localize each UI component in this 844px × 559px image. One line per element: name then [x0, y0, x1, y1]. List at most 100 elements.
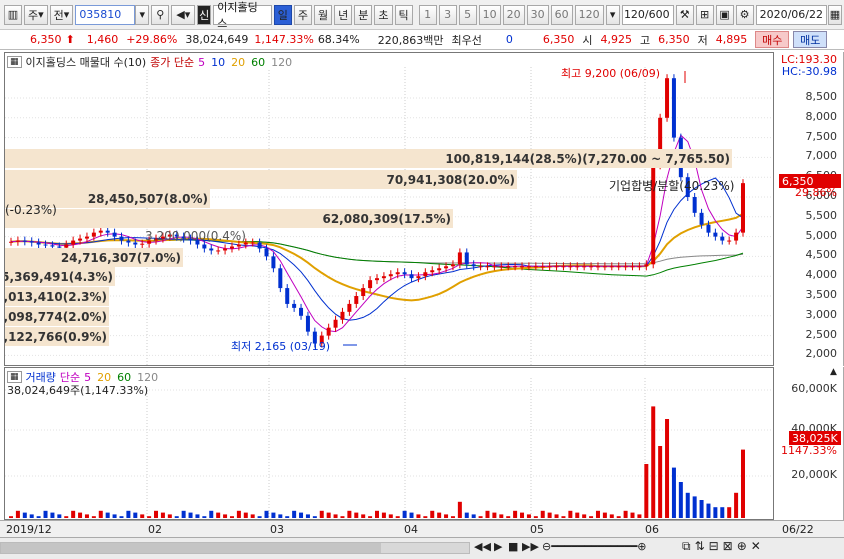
volume-bar [430, 510, 435, 518]
legend-ma-label: 단순 [59, 371, 81, 384]
priority-label: 최우선 [451, 33, 482, 47]
volume-bar [250, 514, 255, 518]
time-axis: 2019/12 02 03 04 05 06 06/22 [0, 520, 844, 538]
stock-code-input[interactable]: 035810 [75, 4, 136, 25]
open-label: 시 [582, 33, 593, 47]
volume-bar [630, 512, 635, 518]
candle-body [630, 266, 635, 268]
chart-icon-button[interactable]: ▥ [4, 4, 22, 25]
interval-tab[interactable]: 120 [574, 4, 604, 25]
candle-body [444, 266, 449, 269]
period-tab[interactable]: 년 [334, 4, 353, 25]
market-select[interactable]: 전 ▾ [49, 4, 74, 25]
volume-bar [195, 514, 200, 518]
scroll-thumb[interactable] [1, 543, 381, 553]
price-chart-panel[interactable]: ▦ 이지홀딩스 매물대 수(10) 종가 단순 5 10 20 60 120 100,8… [4, 52, 774, 366]
volume-bar [285, 516, 290, 518]
settings-icon[interactable]: ⚙ [735, 4, 754, 25]
candle-body [381, 276, 386, 279]
speaker-icon[interactable]: ◀▾ [171, 4, 196, 25]
candle-body [506, 266, 511, 268]
volume-bar [609, 514, 614, 518]
candle-body [347, 303, 352, 312]
candle-body [423, 272, 428, 277]
time-label: 2019/12 [6, 523, 52, 536]
candle-body [375, 278, 379, 281]
date-field[interactable]: 2020/06/22 [755, 4, 827, 25]
candle-body [98, 230, 103, 233]
candle-body [388, 274, 393, 277]
chart-tools-icon[interactable]: ⧉⇅⊟⊠⊕✕ [682, 539, 765, 554]
interval-tab[interactable]: 10 [478, 4, 501, 25]
period-tab[interactable]: 틱 [394, 4, 413, 25]
interval-tab[interactable]: 3 [438, 4, 457, 25]
nav-next-icon[interactable]: ▶▶ [522, 540, 539, 553]
period-tab[interactable]: 일 [273, 4, 292, 25]
interval-tab[interactable]: 20 [502, 4, 525, 25]
candle-body [665, 78, 670, 118]
priority-value: 0 [505, 33, 513, 46]
volume-bar [499, 514, 504, 518]
volume-bar [381, 512, 386, 518]
ratio-value: 68.34% [317, 33, 360, 46]
candle-body [616, 266, 621, 268]
volume-bar [589, 516, 594, 518]
period-tab[interactable]: 주 [293, 4, 313, 25]
price-tick: 7,000 [805, 149, 838, 163]
volume-bar [160, 512, 165, 518]
interval-tab[interactable]: 1 [418, 4, 437, 25]
candle-body [409, 274, 414, 279]
current-price: 6,350 [30, 33, 62, 46]
save-icon[interactable]: ▣ [715, 4, 734, 25]
volume-bar [513, 510, 518, 518]
period-tab[interactable]: 월 [314, 4, 333, 25]
nav-first-icon[interactable]: ◀◀ [474, 540, 491, 553]
candle-body [264, 248, 269, 257]
zoom-slider-icon[interactable]: ⊖━━━━━━━━━━━━━⊕ [542, 540, 647, 553]
period-tab[interactable]: 분 [354, 4, 373, 25]
volume-chart-panel[interactable]: ▦ 거래량 단순 5 20 60 120 38,024,649주(1,147.33%) [4, 367, 774, 520]
candle-body [464, 252, 469, 265]
candle-body [720, 236, 725, 241]
nav-stop-icon[interactable]: ■ [508, 540, 518, 553]
candle-body [706, 224, 711, 233]
sell-button[interactable]: 매도 [793, 31, 828, 48]
volume-bar [450, 516, 455, 518]
buy-button[interactable]: 매수 [755, 31, 790, 48]
volume-bar [15, 510, 20, 518]
interval-dropdown[interactable]: ▾ [605, 4, 620, 25]
legend-ma-item: 60 [251, 55, 266, 69]
sin-badge[interactable]: 신 [197, 4, 212, 25]
code-dropdown-button[interactable]: ▾ [135, 4, 150, 25]
interval-tab[interactable]: 5 [458, 4, 477, 25]
candle-body [354, 296, 359, 304]
volume-bar [229, 516, 234, 518]
nav-prev-icon[interactable]: ▶ [494, 540, 502, 553]
grid-icon[interactable]: ⊞ [695, 4, 714, 25]
interval-tab[interactable]: 60 [550, 4, 573, 25]
tools-icon[interactable]: ⚒ [675, 4, 694, 25]
volume-bar [506, 516, 511, 518]
candle-body [485, 266, 490, 268]
period-tabs: 일주월년분초틱 [273, 4, 415, 25]
candle-body [609, 266, 614, 268]
time-label: 03 [270, 523, 284, 536]
volume-bar [464, 512, 469, 518]
volume-bar [423, 516, 428, 518]
price-tag-percent: 29.86% [795, 186, 837, 199]
scroll-track[interactable] [0, 542, 470, 554]
volume-value: 38,024,649 [185, 33, 249, 46]
search-icon[interactable]: ⚲ [151, 4, 170, 25]
candle-body [223, 248, 228, 251]
volume-tick: 60,000K [791, 382, 837, 395]
count-field[interactable]: 120/600 [621, 4, 674, 25]
type-select[interactable]: 주 ▾ [24, 4, 48, 25]
period-tab[interactable]: 초 [374, 4, 393, 25]
volume-bar [602, 512, 607, 518]
candle-body [209, 248, 214, 251]
candle-body [575, 266, 580, 268]
interval-tab[interactable]: 30 [526, 4, 549, 25]
scroll-up-icon[interactable]: ▲ [830, 367, 837, 377]
calendar-icon[interactable]: ▦ [828, 4, 842, 25]
volume-bar [395, 516, 400, 518]
